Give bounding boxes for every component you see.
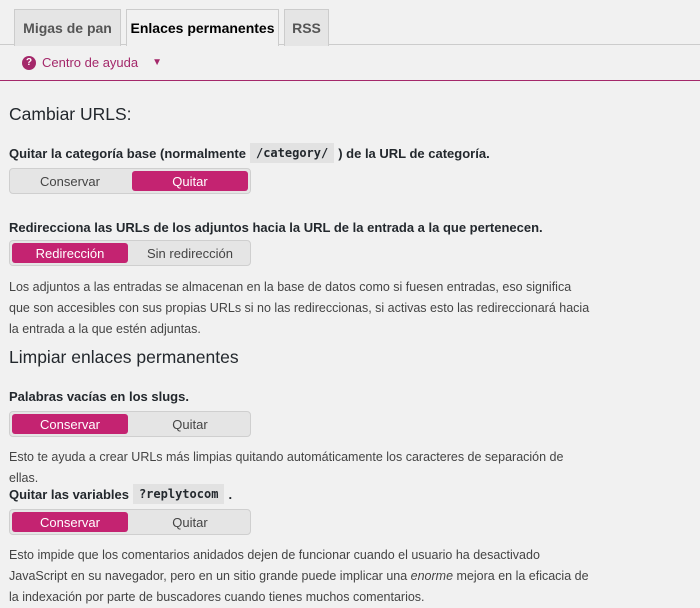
- replytocom-label: Quitar las variables ?replytocom .: [9, 484, 232, 504]
- category-code: /category/: [249, 143, 335, 163]
- attachments-label: Redirecciona las URLs de los adjuntos ha…: [9, 220, 543, 235]
- stopwords-keep-option[interactable]: Conservar: [12, 414, 128, 434]
- replytocom-desc-em: enorme: [410, 569, 454, 583]
- attachments-toggle: Redirección Sin redirección: [9, 240, 251, 266]
- tab-breadcrumbs[interactable]: Migas de pan: [14, 9, 121, 46]
- caret-down-icon: ▼: [152, 57, 163, 68]
- attachments-redirect-option[interactable]: Redirección: [12, 243, 128, 263]
- replytocom-toggle: Conservar Quitar: [9, 509, 251, 535]
- section-title-clean-permalinks: Limpiar enlaces permanentes: [9, 347, 239, 367]
- stopwords-remove-option[interactable]: Quitar: [132, 414, 248, 434]
- category-remove-option[interactable]: Quitar: [132, 171, 248, 191]
- help-center-label: Centro de ayuda: [42, 55, 139, 70]
- category-label-post: ) de la URL de categoría.: [338, 145, 490, 161]
- replytocom-description: Esto impide que los comentarios anidados…: [9, 545, 594, 608]
- category-label-pre: Quitar la categoría base (normalmente: [9, 145, 246, 161]
- attachments-description: Los adjuntos a las entradas se almacenan…: [9, 280, 590, 336]
- help-center-button[interactable]: ? Centro de ayuda ▼: [22, 55, 162, 70]
- replytocom-label-pre: Quitar las variables: [9, 486, 129, 502]
- stopwords-toggle: Conservar Quitar: [9, 411, 251, 437]
- category-base-label: Quitar la categoría base (normalmente /c…: [9, 143, 490, 163]
- tab-permalinks[interactable]: Enlaces permanentes: [126, 9, 279, 46]
- help-icon: ?: [22, 55, 36, 70]
- category-keep-option[interactable]: Conservar: [12, 171, 128, 191]
- tab-bar: Migas de pan Enlaces permanentes RSS: [0, 0, 700, 46]
- stopwords-description: Esto te ayuda a crear URLs más limpias q…: [9, 450, 564, 485]
- replytocom-label-post: .: [228, 486, 233, 502]
- replytocom-remove-option[interactable]: Quitar: [132, 512, 248, 532]
- replytocom-code: ?replytocom: [132, 484, 225, 504]
- tab-rss[interactable]: RSS: [284, 9, 329, 46]
- category-base-toggle: Conservar Quitar: [9, 168, 251, 194]
- replytocom-keep-option[interactable]: Conservar: [12, 512, 128, 532]
- stopwords-label: Palabras vacías en los slugs.: [9, 389, 189, 404]
- attachments-no-redirect-option[interactable]: Sin redirección: [132, 243, 248, 263]
- section-title-change-urls: Cambiar URLS:: [9, 104, 132, 124]
- help-bar: ? Centro de ayuda ▼: [0, 45, 700, 81]
